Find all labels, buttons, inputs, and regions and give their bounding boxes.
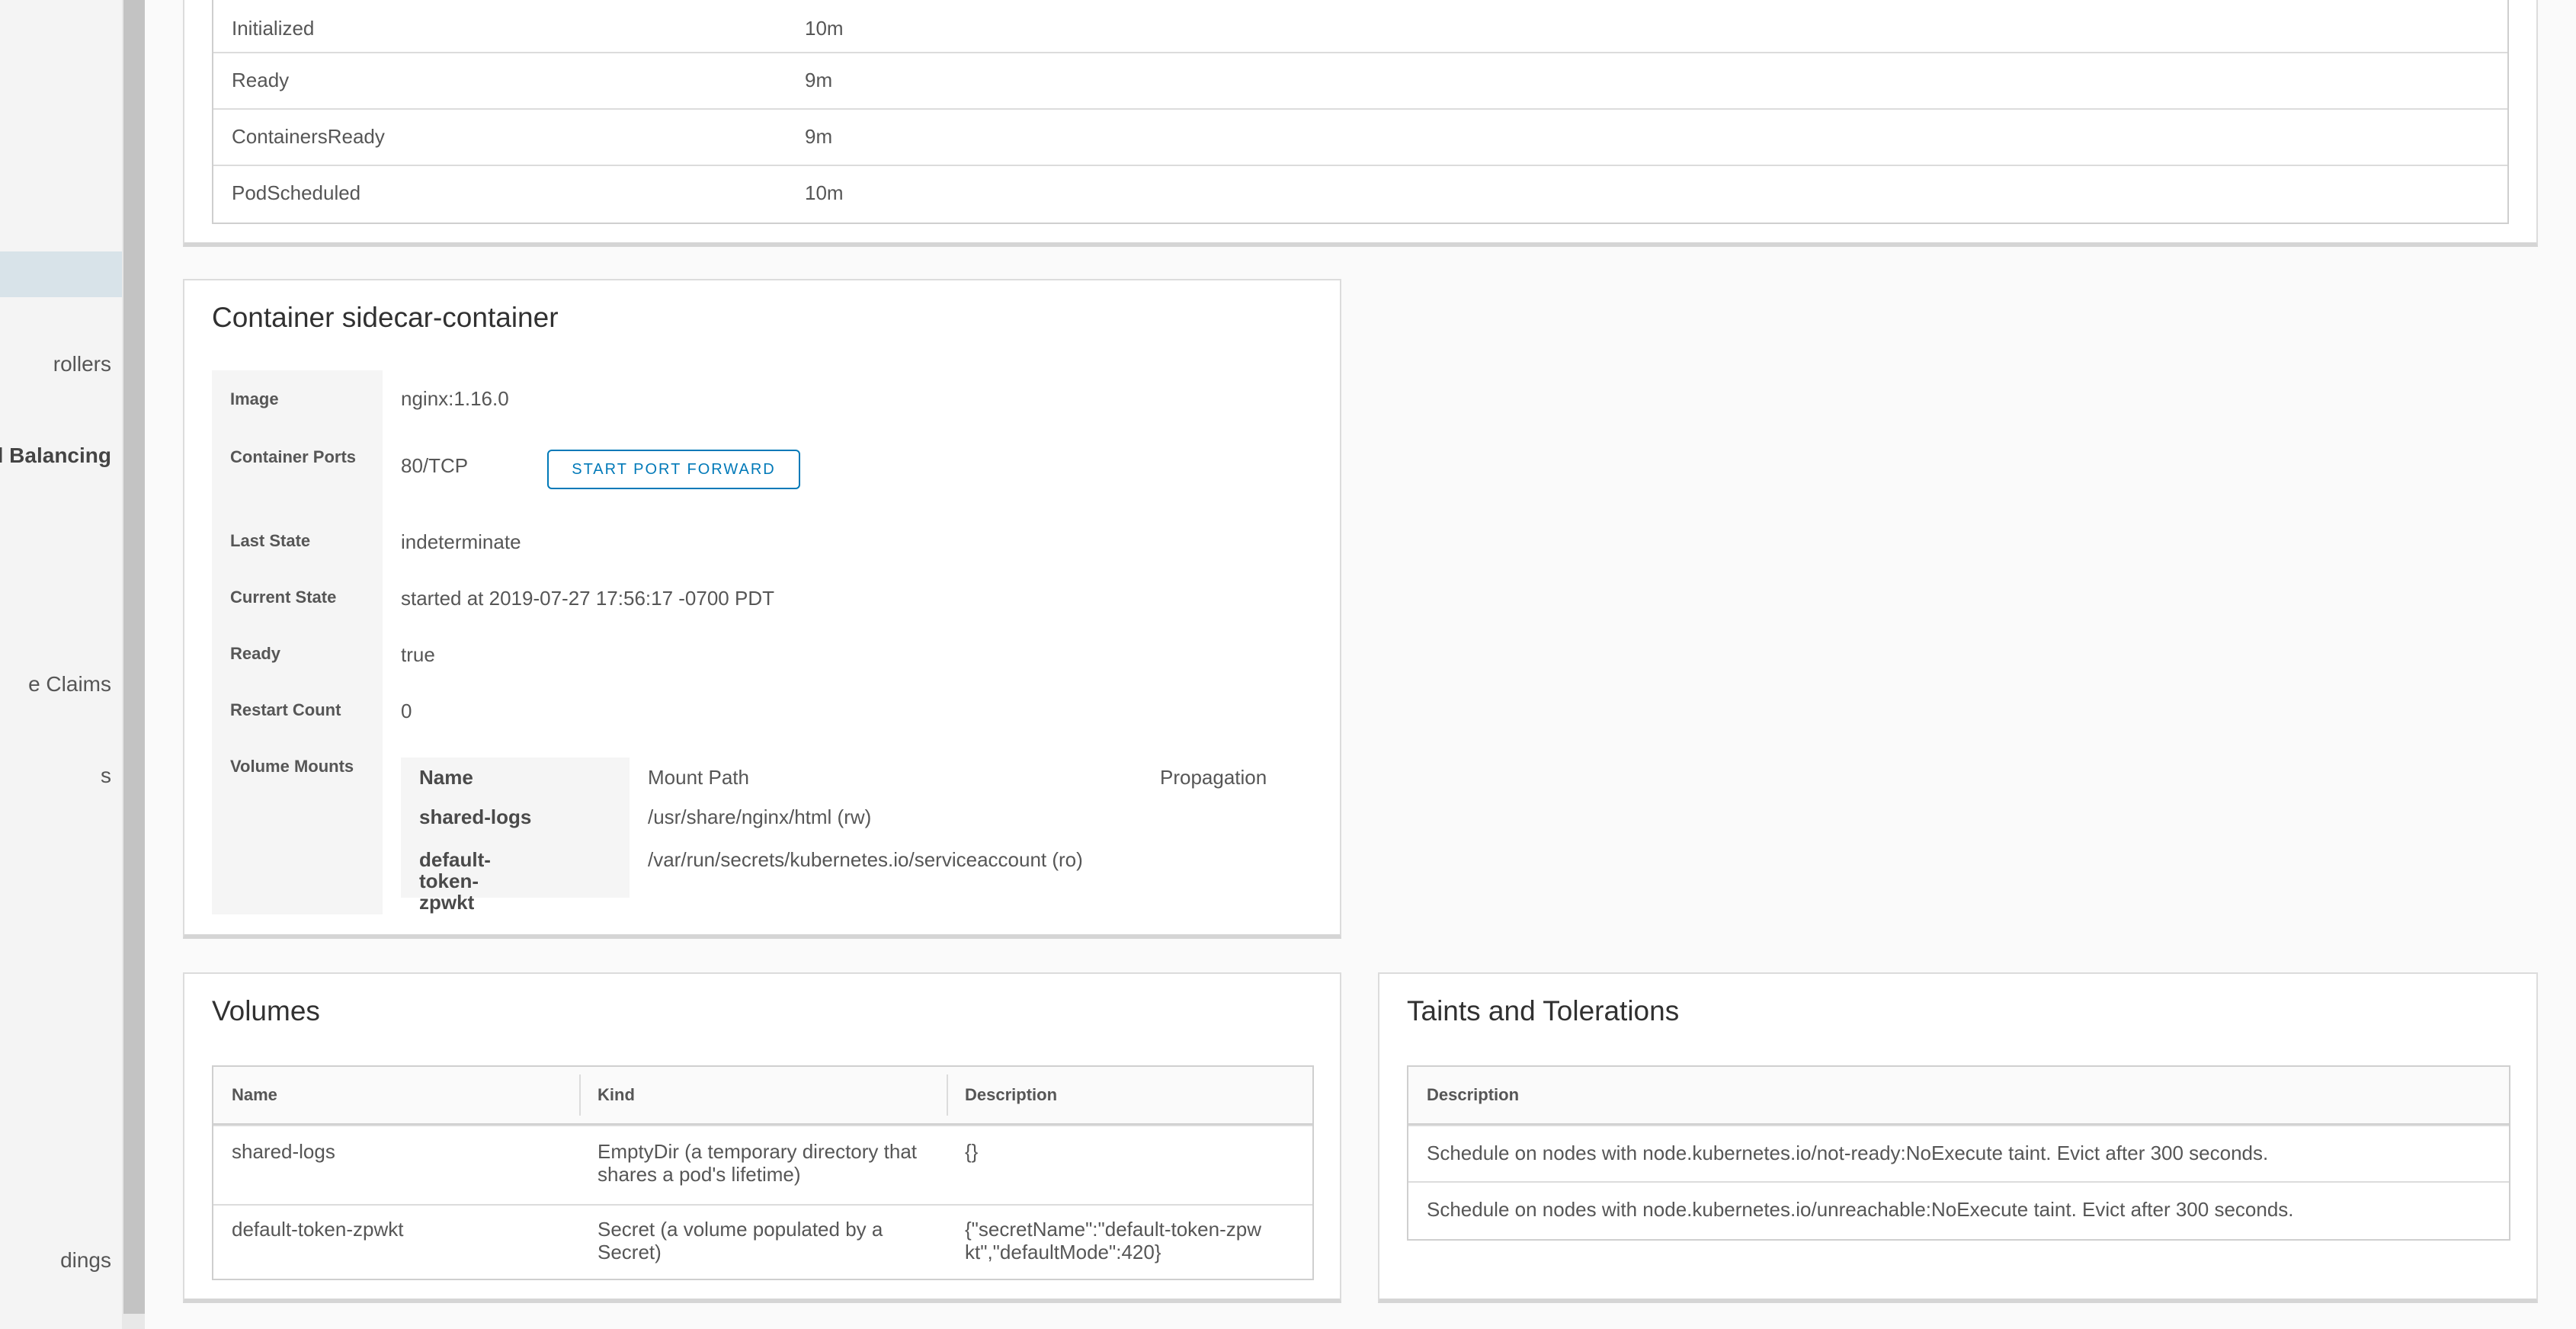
volumes-title: Volumes xyxy=(212,995,320,1026)
image-label: Image xyxy=(230,389,279,408)
sidebar-item-bindings[interactable]: dings xyxy=(0,1238,122,1283)
restart-count-label: Restart Count xyxy=(230,700,341,719)
condition-type: Initialized xyxy=(232,17,315,40)
condition-type: ContainersReady xyxy=(232,125,385,148)
start-port-forward-button[interactable]: START PORT FORWARD xyxy=(547,450,800,489)
taint-description: Schedule on nodes with node.kubernetes.i… xyxy=(1427,1142,2269,1164)
ports-label: Container Ports xyxy=(230,447,357,466)
last-state-label: Last State xyxy=(230,531,311,550)
current-state-label: Current State xyxy=(230,588,337,607)
header-description: Description xyxy=(1427,1085,1520,1104)
sidebar-item-label: e Claims xyxy=(28,672,111,696)
volume-name: default-token-zpwkt xyxy=(232,1218,404,1241)
condition-age: 9m xyxy=(805,125,833,148)
sidebar: rollers l Balancing e Claims s dings xyxy=(0,0,122,1329)
last-state-value: indeterminate xyxy=(401,530,521,553)
header-name: Name xyxy=(232,1085,277,1104)
taints-table: Description Schedule on nodes with node.… xyxy=(1407,1065,2510,1241)
mounts-header-path: Mount Path xyxy=(648,766,749,789)
table-row: PodScheduled 10m xyxy=(213,165,2507,223)
image-value: nginx:1.16.0 xyxy=(401,387,509,410)
restart-count-value: 0 xyxy=(401,700,412,722)
container-title: Container sidecar-container xyxy=(212,302,559,333)
container-label-column: Image Container Ports Last State Current… xyxy=(212,370,383,914)
mount-name: default-token-zpwkt xyxy=(419,848,491,914)
taints-card: Taints and Tolerations Description Sched… xyxy=(1378,972,2538,1303)
condition-type: PodScheduled xyxy=(232,181,361,204)
header-description: Description xyxy=(965,1085,1058,1104)
volume-kind: Secret (a volume populated by a Secret) xyxy=(598,1218,883,1263)
sidebar-scrollbar-thumb[interactable] xyxy=(123,0,145,1314)
table-row: Ready 9m xyxy=(213,52,2507,108)
condition-age: 9m xyxy=(805,69,833,91)
taint-description: Schedule on nodes with node.kubernetes.i… xyxy=(1427,1198,2294,1221)
ready-value: true xyxy=(401,643,435,666)
sidebar-item-s[interactable]: s xyxy=(0,753,122,799)
mount-path: /var/run/secrets/kubernetes.io/serviceac… xyxy=(648,848,1083,871)
sidebar-active-item[interactable] xyxy=(0,251,122,297)
conditions-card: Initialized 10m Ready 9m ContainersReady… xyxy=(183,0,2538,247)
condition-type: Ready xyxy=(232,69,290,91)
taints-title: Taints and Tolerations xyxy=(1407,995,1680,1026)
volumes-card: Volumes Name Kind Description shared-log… xyxy=(183,972,1341,1303)
mounts-header-propagation: Propagation xyxy=(1160,766,1267,789)
mounts-header-name: Name xyxy=(419,766,473,789)
condition-age: 10m xyxy=(805,17,844,40)
sidebar-item-controllers[interactable]: rollers xyxy=(0,341,122,387)
table-header-row: Name Kind Description xyxy=(213,1067,1312,1125)
sidebar-item-load-balancing[interactable]: l Balancing xyxy=(0,433,122,479)
sidebar-item-label: dings xyxy=(60,1248,111,1272)
mount-path: /usr/share/nginx/html (rw) xyxy=(648,805,872,828)
volume-mounts-label: Volume Mounts xyxy=(230,757,354,776)
header-kind: Kind xyxy=(598,1085,635,1104)
volume-description: {"secretName":"default-token-zpwkt","def… xyxy=(965,1218,1261,1263)
sidebar-item-volume-claims[interactable]: e Claims xyxy=(0,661,122,707)
sidebar-item-label: rollers xyxy=(53,352,111,376)
condition-age: 10m xyxy=(805,181,844,204)
volume-name: shared-logs xyxy=(232,1140,335,1163)
table-row: default-token-zpwkt Secret (a volume pop… xyxy=(213,1204,1312,1279)
ports-value: 80/TCP xyxy=(401,454,469,477)
mount-name: shared-logs xyxy=(419,805,532,828)
volume-description: {} xyxy=(965,1140,979,1163)
sidebar-item-label: s xyxy=(101,764,111,787)
conditions-table: Initialized 10m Ready 9m ContainersReady… xyxy=(212,0,2509,224)
table-row: ContainersReady 9m xyxy=(213,108,2507,165)
ready-label: Ready xyxy=(230,644,281,663)
table-header-row: Description xyxy=(1408,1067,2509,1125)
current-state-value: started at 2019-07-27 17:56:17 -0700 PDT xyxy=(401,587,774,610)
table-row: Schedule on nodes with node.kubernetes.i… xyxy=(1408,1125,2509,1181)
volume-kind: EmptyDir (a temporary directory that sha… xyxy=(598,1140,918,1186)
volumes-table: Name Kind Description shared-logs EmptyD… xyxy=(212,1065,1314,1280)
container-card: Container sidecar-container Image Contai… xyxy=(183,279,1341,939)
column-divider xyxy=(579,1074,581,1116)
column-divider xyxy=(947,1074,948,1116)
sidebar-item-label: l Balancing xyxy=(0,444,111,467)
table-row: shared-logs EmptyDir (a temporary direct… xyxy=(213,1125,1312,1204)
table-row: Schedule on nodes with node.kubernetes.i… xyxy=(1408,1181,2509,1239)
table-row: Initialized 10m xyxy=(213,0,2507,52)
